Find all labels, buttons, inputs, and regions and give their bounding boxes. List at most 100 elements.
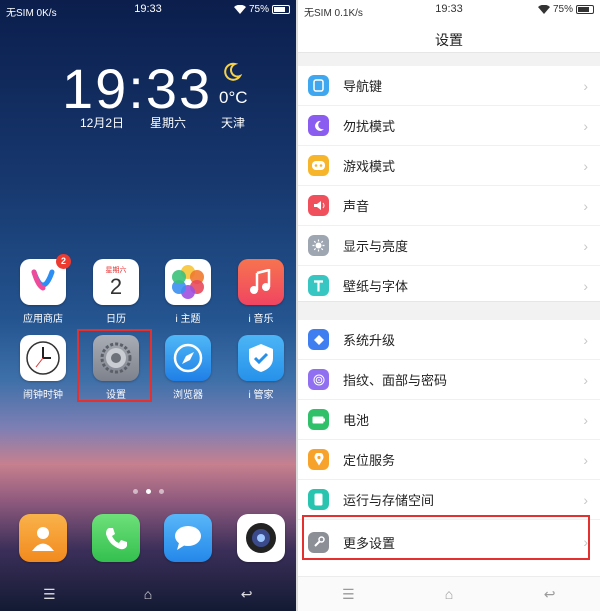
settings-item-display-brightness[interactable]: 显示与亮度 › (298, 226, 600, 266)
clock-widget-date: 12月2日 (80, 116, 125, 130)
brightness-icon (308, 235, 329, 256)
battery-icon (272, 5, 290, 14)
app-label: i 音乐 (248, 314, 274, 325)
settings-item-system-update[interactable]: 系统升级 › (298, 320, 600, 360)
settings-item-do-not-disturb[interactable]: 勿扰模式 › (298, 106, 600, 146)
theme-app[interactable]: i 主题 (157, 259, 219, 325)
settings-item-label: 定位服务 (343, 453, 396, 468)
settings-item-label: 勿扰模式 (343, 119, 396, 134)
home-key-icon[interactable]: ⌂ (434, 586, 464, 602)
menu-key-icon[interactable]: ☰ (333, 586, 363, 603)
settings-item-battery[interactable]: 电池 › (298, 400, 600, 440)
app-label: 日历 (106, 314, 126, 325)
chevron-right-icon: › (583, 117, 588, 134)
app-label: 应用商店 (23, 314, 63, 325)
app-label: 闹钟时钟 (23, 390, 63, 401)
dock-contacts[interactable] (12, 514, 74, 562)
settings-item-game-mode[interactable]: 游戏模式 › (298, 146, 600, 186)
shield-icon (238, 335, 284, 381)
browser-app[interactable]: 浏览器 (157, 335, 219, 401)
clock-widget-time[interactable]: 19:33 (62, 56, 212, 121)
app-store-app[interactable]: 2 应用商店 (12, 254, 74, 325)
location-icon (308, 449, 329, 470)
clock-app[interactable]: 闹钟时钟 (12, 335, 74, 401)
battery-percent: 75% (248, 4, 269, 15)
calendar-icon: 星期六 2 (93, 259, 139, 305)
settings-item-location-services[interactable]: 定位服务 › (298, 440, 600, 480)
chevron-right-icon: › (583, 157, 588, 174)
system-update-icon (308, 329, 329, 350)
menu-key-icon[interactable]: ☰ (34, 586, 64, 603)
settings-item-running-storage[interactable]: 运行与存储空间 › (298, 480, 600, 520)
back-key-icon[interactable]: ↩ (535, 586, 565, 603)
settings-item-fingerprint-face-password[interactable]: 指纹、面部与密码 › (298, 360, 600, 400)
music-app[interactable]: i 音乐 (230, 259, 292, 325)
weather-temperature[interactable]: 0°C (219, 88, 248, 108)
clock-widget-weekday: 星期六 (150, 116, 187, 130)
page-indicator (0, 489, 296, 494)
wifi-icon (233, 5, 246, 14)
nav-bar: ☰ ⌂ ↩ (298, 576, 600, 611)
settings-item-label: 系统升级 (343, 333, 396, 348)
settings-item-label: 显示与亮度 (343, 239, 409, 254)
app-store-icon: 2 (20, 254, 71, 305)
chevron-right-icon: › (583, 451, 588, 468)
chevron-right-icon: › (583, 331, 588, 348)
speaker-icon (308, 195, 329, 216)
wifi-icon (537, 5, 550, 14)
more-settings-highlight-box (302, 515, 590, 560)
settings-highlight-box (77, 329, 152, 402)
chevron-right-icon: › (583, 411, 588, 428)
back-key-icon[interactable]: ↩ (232, 586, 262, 603)
storage-icon (308, 489, 329, 510)
settings-item-nav-keys[interactable]: 导航键 › (298, 66, 600, 106)
status-bar: 无SIM 0.1K/s 19:33 75% (298, 0, 600, 20)
page-title: 设置 (435, 32, 463, 48)
chevron-right-icon: › (583, 277, 588, 294)
settings-item-label: 电池 (343, 413, 370, 428)
nav-keys-icon (308, 75, 329, 96)
settings-item-label: 运行与存储空间 (343, 493, 435, 508)
dock-camera[interactable] (230, 514, 292, 562)
nav-bar: ☰ ⌂ ↩ (0, 577, 296, 611)
dock-phone[interactable] (85, 514, 147, 562)
settings-item-label: 声音 (343, 199, 370, 214)
settings-item-label: 游戏模式 (343, 159, 396, 174)
camera-icon (237, 514, 285, 562)
home-key-icon[interactable]: ⌂ (133, 586, 163, 602)
theme-icon (165, 259, 211, 305)
settings-item-sound[interactable]: 声音 › (298, 186, 600, 226)
clock-icon (20, 335, 66, 381)
settings-item-label: 壁纸与字体 (343, 279, 409, 294)
fingerprint-icon (308, 369, 329, 390)
status-bar: 无SIM 0K/s 19:33 75% (0, 0, 296, 20)
battery-icon (308, 409, 329, 430)
moon-weather-icon (224, 62, 242, 81)
dock-messages[interactable] (157, 514, 219, 562)
weather-city: 天津 (221, 116, 246, 130)
chevron-right-icon: › (583, 197, 588, 214)
app-label: i 主题 (175, 314, 201, 325)
music-icon (238, 259, 284, 305)
browser-icon (165, 335, 211, 381)
settings-group-1: 导航键 › 勿扰模式 › 游戏模式 › 声音 › 显示与亮度 › 壁纸与字体 › (298, 66, 600, 305)
app-label: 浏览器 (173, 390, 203, 401)
contacts-icon (19, 514, 67, 562)
settings-screen: 无SIM 0.1K/s 19:33 75% 设置 导航键 › 勿扰模式 › 游戏… (298, 0, 600, 611)
calendar-app[interactable]: 星期六 2 日历 (85, 259, 147, 325)
notification-badge: 2 (56, 254, 71, 269)
chevron-right-icon: › (583, 491, 588, 508)
messages-icon (164, 514, 212, 562)
phone-manager-app[interactable]: i 管家 (230, 335, 292, 401)
chevron-right-icon: › (583, 237, 588, 254)
chevron-right-icon: › (583, 371, 588, 388)
home-screen: 无SIM 0K/s 19:33 75% 19:33 12月2日 星期六 0°C … (0, 0, 296, 611)
settings-item-wallpaper-font[interactable]: 壁纸与字体 › (298, 266, 600, 305)
font-icon (308, 275, 329, 296)
battery-icon (576, 5, 594, 14)
battery-percent: 75% (552, 4, 573, 15)
moon-icon (308, 115, 329, 136)
game-icon (308, 155, 329, 176)
settings-item-label: 指纹、面部与密码 (343, 373, 448, 388)
app-label: i 管家 (248, 390, 274, 401)
